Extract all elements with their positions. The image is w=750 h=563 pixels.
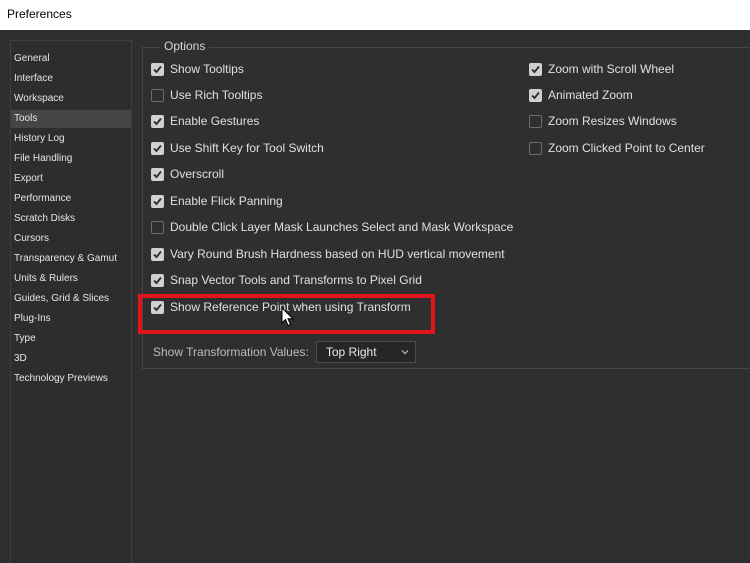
checkbox-box[interactable] (151, 88, 164, 102)
chevron-down-icon (401, 350, 409, 355)
checkbox-label: Use Rich Tooltips (170, 88, 263, 102)
vary-round-brush-hardness-checkbox[interactable]: Vary Round Brush Hardness based on HUD v… (151, 245, 505, 263)
sidebar-item-transparency-gamut[interactable]: Transparency & Gamut (11, 250, 131, 268)
sidebar-item-performance[interactable]: Performance (11, 190, 131, 208)
checkmark-icon (153, 303, 162, 311)
transformation-values-row: Show Transformation Values: Top Right (153, 341, 416, 363)
mouse-cursor-icon (281, 307, 295, 327)
sidebar-item-plug-ins[interactable]: Plug-Ins (11, 310, 131, 328)
checkbox-box[interactable] (151, 300, 164, 314)
select-value: Top Right (325, 345, 377, 359)
overscroll-checkbox[interactable]: Overscroll (151, 165, 224, 183)
double-click-layer-mask-checkbox[interactable]: Double Click Layer Mask Launches Select … (151, 218, 513, 236)
sidebar-item-technology-previews[interactable]: Technology Previews (11, 370, 131, 388)
sidebar-item-tools[interactable]: Tools (11, 110, 131, 128)
enable-gestures-checkbox[interactable]: Enable Gestures (151, 112, 259, 130)
checkbox-label: Animated Zoom (548, 88, 633, 102)
checkmark-icon (531, 91, 540, 99)
checkbox-box[interactable] (151, 167, 164, 181)
checkmark-icon (153, 65, 162, 73)
sidebar-item-scratch-disks[interactable]: Scratch Disks (11, 210, 131, 228)
checkbox-box[interactable] (529, 62, 542, 76)
checkbox-box[interactable] (529, 88, 542, 102)
checkmark-icon (153, 250, 162, 258)
checkmark-icon (153, 117, 162, 125)
title-bar: Preferences (0, 0, 750, 30)
sidebar-item-type[interactable]: Type (11, 330, 131, 348)
sidebar-item-general[interactable]: General (11, 50, 131, 68)
checkbox-label: Enable Gestures (170, 114, 260, 128)
checkmark-icon (531, 65, 540, 73)
checkmark-icon (153, 276, 162, 284)
checkbox-label: Enable Flick Panning (170, 194, 283, 208)
use-rich-tooltips-checkbox[interactable]: Use Rich Tooltips (151, 86, 262, 104)
sidebar-item-interface[interactable]: Interface (11, 70, 131, 88)
checkbox-box[interactable] (151, 273, 164, 287)
checkbox-box[interactable] (151, 247, 164, 261)
checkbox-box[interactable] (151, 141, 164, 155)
show-tooltips-checkbox[interactable]: Show Tooltips (151, 60, 244, 78)
checkbox-box[interactable] (151, 194, 164, 208)
sidebar-item-workspace[interactable]: Workspace (11, 90, 131, 108)
zoom-resizes-windows-checkbox[interactable]: Zoom Resizes Windows (529, 112, 677, 130)
checkbox-label: Overscroll (170, 167, 225, 181)
checkbox-label: Zoom Clicked Point to Center (548, 141, 705, 155)
sidebar-item-cursors[interactable]: Cursors (11, 230, 131, 248)
sidebar-item-units-rulers[interactable]: Units & Rulers (11, 270, 131, 288)
checkbox-label: Vary Round Brush Hardness based on HUD v… (170, 247, 505, 261)
checkbox-box[interactable] (151, 220, 164, 234)
use-shift-key-checkbox[interactable]: Use Shift Key for Tool Switch (151, 139, 324, 157)
checkmark-icon (153, 144, 162, 152)
checkmark-icon (153, 197, 162, 205)
checkbox-label: Double Click Layer Mask Launches Select … (170, 220, 514, 234)
animated-zoom-checkbox[interactable]: Animated Zoom (529, 86, 633, 104)
sidebar-item-guides-grid-slices[interactable]: Guides, Grid & Slices (11, 290, 131, 308)
checkbox-box[interactable] (151, 114, 164, 128)
checkbox-label: Zoom with Scroll Wheel (548, 62, 675, 76)
enable-flick-panning-checkbox[interactable]: Enable Flick Panning (151, 192, 283, 210)
preferences-sidebar: General Interface Workspace Tools Histor… (10, 40, 132, 563)
window-title: Preferences (7, 7, 72, 21)
zoom-clicked-point-checkbox[interactable]: Zoom Clicked Point to Center (529, 139, 705, 157)
sidebar-item-3d[interactable]: 3D (11, 350, 131, 368)
sidebar-item-history-log[interactable]: History Log (11, 130, 131, 148)
snap-vector-tools-checkbox[interactable]: Snap Vector Tools and Transforms to Pixe… (151, 271, 422, 289)
checkbox-box[interactable] (529, 114, 542, 128)
checkbox-label: Use Shift Key for Tool Switch (170, 141, 324, 155)
checkmark-icon (153, 170, 162, 178)
checkbox-label: Zoom Resizes Windows (548, 114, 677, 128)
transformation-values-select[interactable]: Top Right (315, 341, 416, 363)
checkbox-label: Snap Vector Tools and Transforms to Pixe… (170, 273, 422, 287)
transformation-values-label: Show Transformation Values: (153, 345, 309, 359)
zoom-with-scroll-wheel-checkbox[interactable]: Zoom with Scroll Wheel (529, 60, 674, 78)
checkbox-label: Show Tooltips (170, 62, 244, 76)
dialog-content: General Interface Workspace Tools Histor… (0, 30, 750, 563)
checkbox-box[interactable] (151, 62, 164, 76)
sidebar-item-file-handling[interactable]: File Handling (11, 150, 131, 168)
options-legend: Options (160, 39, 210, 53)
sidebar-item-export[interactable]: Export (11, 170, 131, 188)
checkbox-box[interactable] (529, 141, 542, 155)
